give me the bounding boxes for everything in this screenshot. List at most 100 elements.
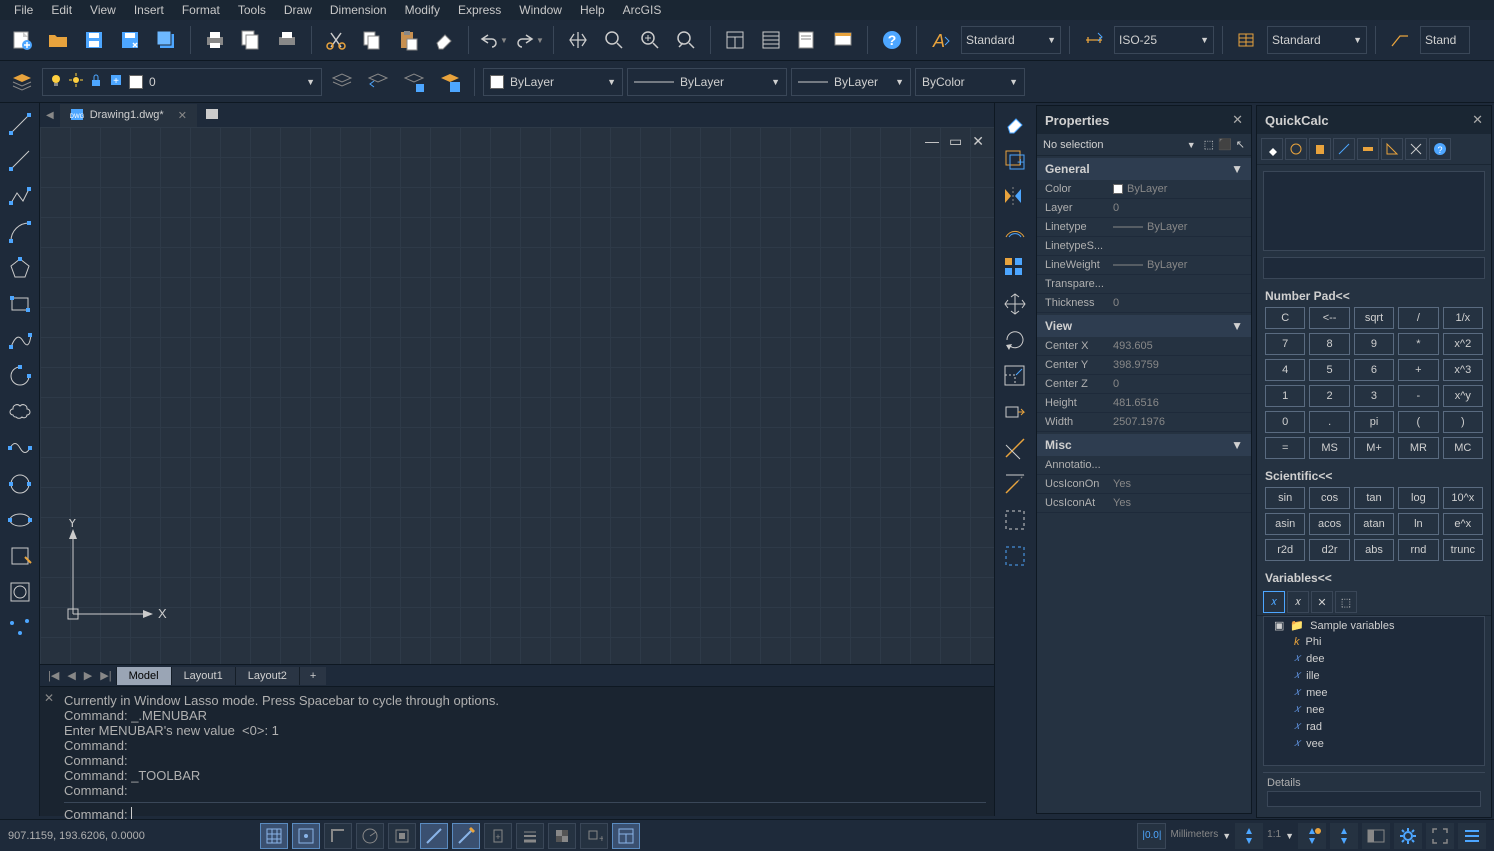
variables-label[interactable]: Variables<< — [1257, 567, 1491, 589]
calc-button[interactable]: * — [1398, 333, 1438, 355]
block-tool[interactable] — [3, 539, 37, 573]
menu-window[interactable]: Window — [511, 1, 570, 19]
dimstyle-icon[interactable] — [1078, 24, 1110, 56]
linetype-combo[interactable]: ByLayer▼ — [627, 68, 787, 96]
layer-state-button[interactable] — [326, 66, 358, 98]
dimstyle-combo[interactable]: ISO-25▼ — [1114, 26, 1214, 54]
lineweight-combo[interactable]: ByLayer▼ — [791, 68, 911, 96]
fullscreen-button[interactable] — [1426, 823, 1454, 849]
saveall-button[interactable] — [150, 24, 182, 56]
mleaderstyle-icon[interactable] — [1384, 24, 1416, 56]
grid-toggle[interactable] — [260, 823, 288, 849]
menu-modify[interactable]: Modify — [397, 1, 448, 19]
print-preview-button[interactable] — [235, 24, 267, 56]
pan-button[interactable] — [562, 24, 594, 56]
calc-button[interactable]: + — [1398, 359, 1438, 381]
close-icon[interactable]: ✕ — [972, 133, 984, 150]
calc-button[interactable]: 5 — [1309, 359, 1349, 381]
variable-row[interactable]: 𝑥 nee — [1264, 701, 1484, 718]
polygon-tool[interactable] — [3, 251, 37, 285]
circle-tool[interactable] — [3, 467, 37, 501]
erase-tool[interactable] — [998, 107, 1032, 141]
calc-button[interactable]: 0 — [1265, 411, 1305, 433]
section-misc[interactable]: Misc▼ — [1037, 434, 1251, 456]
calc-button[interactable]: x^y — [1443, 385, 1483, 407]
offset-tool[interactable] — [998, 215, 1032, 249]
open-button[interactable] — [42, 24, 74, 56]
menu-tools[interactable]: Tools — [230, 1, 274, 19]
calc-button[interactable]: trunc — [1443, 539, 1483, 561]
calc-button[interactable]: d2r — [1309, 539, 1349, 561]
calc-button[interactable]: MR — [1398, 437, 1438, 459]
calc-button[interactable]: = — [1265, 437, 1305, 459]
calc-button[interactable]: e^x — [1443, 513, 1483, 535]
layer-prev-button[interactable] — [362, 66, 394, 98]
calc-button[interactable]: ln — [1398, 513, 1438, 535]
annovis-toggle[interactable] — [1298, 823, 1326, 849]
settings-button[interactable] — [1394, 823, 1422, 849]
variables-list[interactable]: ▣📁Sample variables k Phi𝑥 dee𝑥 ille𝑥 mee… — [1263, 616, 1485, 766]
layer-manager-button[interactable] — [434, 66, 466, 98]
selectall-icon[interactable]: ⬛ — [1218, 138, 1232, 151]
new-button[interactable] — [6, 24, 38, 56]
quickproperties-toggle[interactable] — [612, 823, 640, 849]
calc-button[interactable]: - — [1398, 385, 1438, 407]
calc-button[interactable]: 10^x — [1443, 487, 1483, 509]
zoom-previous-button[interactable] — [670, 24, 702, 56]
tab-model[interactable]: Model — [116, 667, 171, 685]
annoscale-icon[interactable] — [1235, 823, 1263, 849]
menu-view[interactable]: View — [82, 1, 124, 19]
tab-prev-icon[interactable]: ◀ — [63, 669, 79, 682]
tablestyle-icon[interactable] — [1231, 24, 1263, 56]
rotate-tool[interactable] — [998, 323, 1032, 357]
rectangle-tool[interactable] — [3, 287, 37, 321]
calc-button[interactable]: asin — [1265, 513, 1305, 535]
osnap-toggle[interactable] — [388, 823, 416, 849]
calc-button[interactable]: 7 — [1265, 333, 1305, 355]
arc-tool[interactable] — [3, 215, 37, 249]
point-tool[interactable] — [3, 611, 37, 645]
variable-row[interactable]: k Phi — [1264, 634, 1484, 650]
qc-history-button[interactable] — [1285, 138, 1307, 160]
calc-button[interactable]: 6 — [1354, 359, 1394, 381]
mleaderstyle-combo[interactable]: Stand — [1420, 26, 1470, 54]
calc-button[interactable]: / — [1398, 307, 1438, 329]
spline-tool[interactable] — [3, 323, 37, 357]
calc-button[interactable]: 1 — [1265, 385, 1305, 407]
print-button[interactable] — [199, 24, 231, 56]
quickcalc-input[interactable] — [1263, 257, 1485, 279]
color-combo[interactable]: ByLayer▼ — [483, 68, 623, 96]
coordinates-display[interactable]: 907.1159, 193.6206, 0.0000 — [8, 830, 145, 842]
calc-button[interactable]: log — [1398, 487, 1438, 509]
layer-combo[interactable]: + 0 ▼ — [42, 68, 322, 96]
tab-last-icon[interactable]: ▶| — [96, 669, 115, 682]
menu-help[interactable]: Help — [572, 1, 613, 19]
calc-button[interactable]: 1/x — [1443, 307, 1483, 329]
publish-button[interactable] — [271, 24, 303, 56]
tab-layout1[interactable]: Layout1 — [171, 667, 235, 685]
calc-button[interactable]: x^3 — [1443, 359, 1483, 381]
var-edit-button[interactable]: 𝑥 — [1287, 591, 1309, 613]
calc-button[interactable]: C — [1265, 307, 1305, 329]
calc-button[interactable]: 8 — [1309, 333, 1349, 355]
ortho-toggle[interactable] — [324, 823, 352, 849]
snap-toggle[interactable] — [292, 823, 320, 849]
cmd-close-icon[interactable]: ✕ — [44, 691, 54, 705]
qc-help-button[interactable]: ? — [1429, 138, 1451, 160]
ellipse-tool[interactable] — [3, 503, 37, 537]
calc-button[interactable]: tan — [1354, 487, 1394, 509]
eraser-button[interactable] — [428, 24, 460, 56]
menu-file[interactable]: File — [6, 1, 41, 19]
help-button[interactable]: ? — [876, 24, 908, 56]
designcenter-button[interactable] — [827, 24, 859, 56]
line-tool[interactable] — [3, 107, 37, 141]
pick-icon[interactable]: ↖ — [1236, 138, 1245, 151]
qc-paste-button[interactable] — [1309, 138, 1331, 160]
file-tab[interactable]: DWG Drawing1.dwg* ✕ — [60, 104, 197, 127]
polar-toggle[interactable] — [356, 823, 384, 849]
qc-distance-button[interactable] — [1357, 138, 1379, 160]
ray-tool[interactable] — [3, 143, 37, 177]
trim-tool[interactable] — [998, 431, 1032, 465]
calc-button[interactable]: 4 — [1265, 359, 1305, 381]
properties-body[interactable]: General▼ ColorByLayer Layer0 LinetypeByL… — [1037, 156, 1251, 813]
